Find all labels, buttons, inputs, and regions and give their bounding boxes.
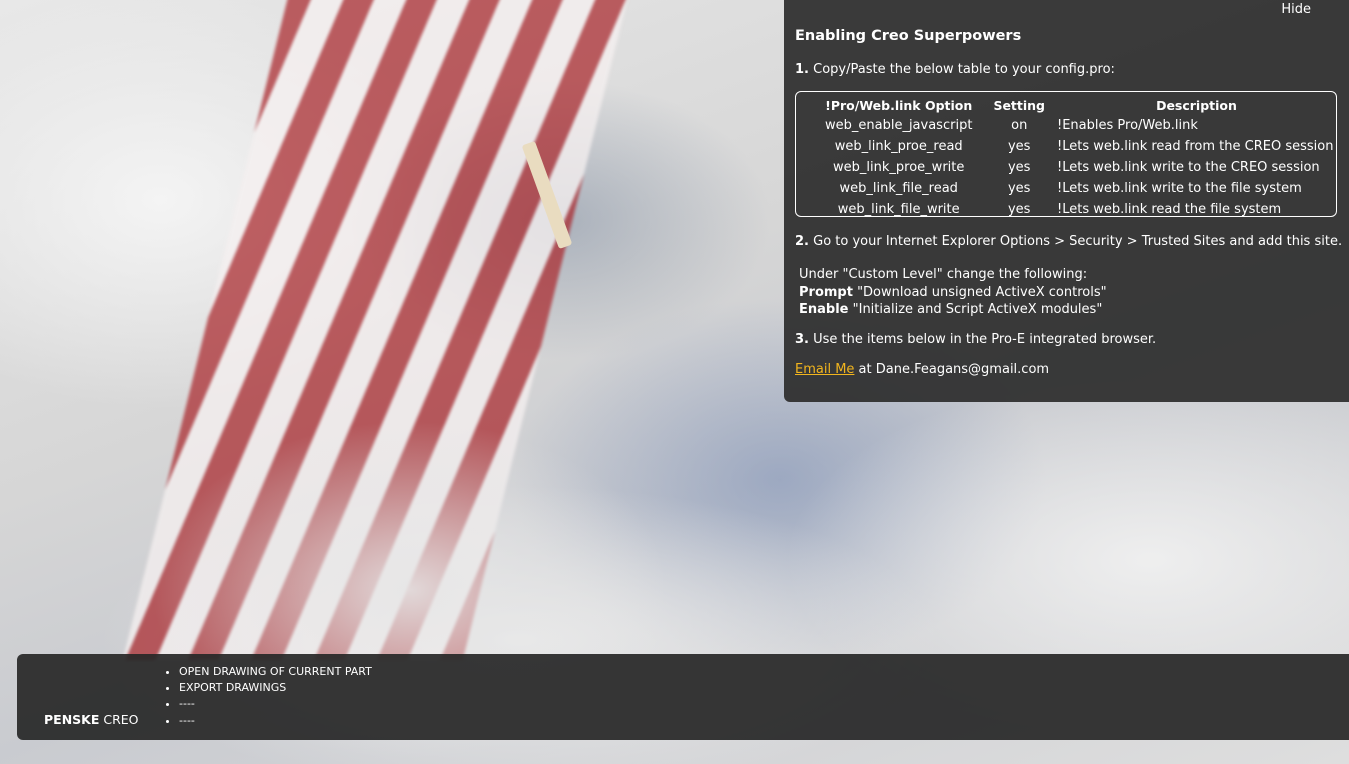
menu-item-open-drawing[interactable]: OPEN DRAWING OF CURRENT PART <box>179 664 372 680</box>
step-3-text: Use the items below in the Pro-E integra… <box>808 332 1157 347</box>
setting-cell: yes <box>1007 181 1031 196</box>
step-1-text: Copy/Paste the below table to your confi… <box>808 62 1115 77</box>
table-header-row: !Pro/Web.link Option Setting Description <box>804 95 1336 115</box>
description-cell: !Lets web.link write to the CREO session <box>1057 160 1320 175</box>
table-row: web_link_proe_write yes !Lets web.link w… <box>804 157 1336 178</box>
hide-link[interactable]: Hide <box>1281 2 1311 17</box>
menu-item-placeholder[interactable]: ---- <box>179 696 372 712</box>
footer-bar: PENSKE CREO OPEN DRAWING OF CURRENT PART… <box>17 654 1349 740</box>
brand-rest: CREO <box>99 712 139 727</box>
table-row: web_link_file_write yes !Lets web.link r… <box>804 199 1336 220</box>
setting-cell: on <box>1011 118 1028 133</box>
setting-cell: yes <box>1007 202 1031 217</box>
enable-label: Enable <box>799 302 849 317</box>
description-cell: !Lets web.link write to the file system <box>1057 181 1302 196</box>
custom-level-intro: Under "Custom Level" change the followin… <box>799 267 1088 282</box>
panel-title: Enabling Creo Superpowers <box>795 28 1022 44</box>
table-row: web_enable_javascript on !Enables Pro/We… <box>804 115 1336 136</box>
email-row: Email Me at Dane.Feagans@gmail.com <box>795 362 1049 377</box>
step-3: 3. Use the items below in the Pro-E inte… <box>795 332 1156 347</box>
email-address-text: at Dane.Feagans@gmail.com <box>854 362 1050 377</box>
menu-item-export-drawings[interactable]: EXPORT DRAWINGS <box>179 680 372 696</box>
action-menu: OPEN DRAWING OF CURRENT PART EXPORT DRAW… <box>163 664 372 729</box>
column-header-description: Description <box>1156 97 1237 113</box>
step-2: 2. Go to your Internet Explorer Options … <box>795 234 1342 249</box>
option-cell: web_link_proe_write <box>833 160 965 175</box>
custom-level-instructions: Under "Custom Level" change the followin… <box>799 266 1107 319</box>
table-row: web_link_proe_read yes !Lets web.link re… <box>804 136 1336 157</box>
table-row: web_link_file_read yes !Lets web.link wr… <box>804 178 1336 199</box>
config-table: !Pro/Web.link Option Setting Description… <box>795 91 1337 217</box>
column-header-setting: Setting <box>993 97 1045 113</box>
brand-logo: PENSKE CREO <box>44 712 139 727</box>
option-cell: web_link_file_write <box>837 202 960 217</box>
email-me-link[interactable]: Email Me <box>795 362 854 377</box>
instructions-panel: Hide Enabling Creo Superpowers 1. Copy/P… <box>784 0 1349 402</box>
step-1-number: 1. <box>795 62 809 77</box>
menu-item-placeholder[interactable]: ---- <box>179 713 372 729</box>
step-2-text: Go to your Internet Explorer Options > S… <box>808 234 1343 249</box>
column-header-option: !Pro/Web.link Option <box>825 97 973 113</box>
description-cell: !Lets web.link read the file system <box>1057 202 1282 217</box>
description-cell: !Enables Pro/Web.link <box>1057 118 1198 133</box>
option-cell: web_link_file_read <box>839 181 958 196</box>
brand-bold: PENSKE <box>44 712 100 727</box>
enable-line: Enable "Initialize and Script ActiveX mo… <box>799 301 1107 319</box>
setting-cell: yes <box>1007 139 1031 154</box>
setting-cell: yes <box>1007 160 1031 175</box>
option-cell: web_enable_javascript <box>825 118 973 133</box>
prompt-text: "Download unsigned ActiveX controls" <box>852 284 1107 300</box>
prompt-line: Prompt "Download unsigned ActiveX contro… <box>799 284 1107 302</box>
step-1: 1. Copy/Paste the below table to your co… <box>795 62 1115 77</box>
option-cell: web_link_proe_read <box>834 139 963 154</box>
prompt-label: Prompt <box>799 284 853 300</box>
step-2-number: 2. <box>795 234 809 249</box>
enable-text: "Initialize and Script ActiveX modules" <box>848 302 1103 317</box>
description-cell: !Lets web.link read from the CREO sessio… <box>1057 139 1334 154</box>
step-3-number: 3. <box>795 332 809 347</box>
